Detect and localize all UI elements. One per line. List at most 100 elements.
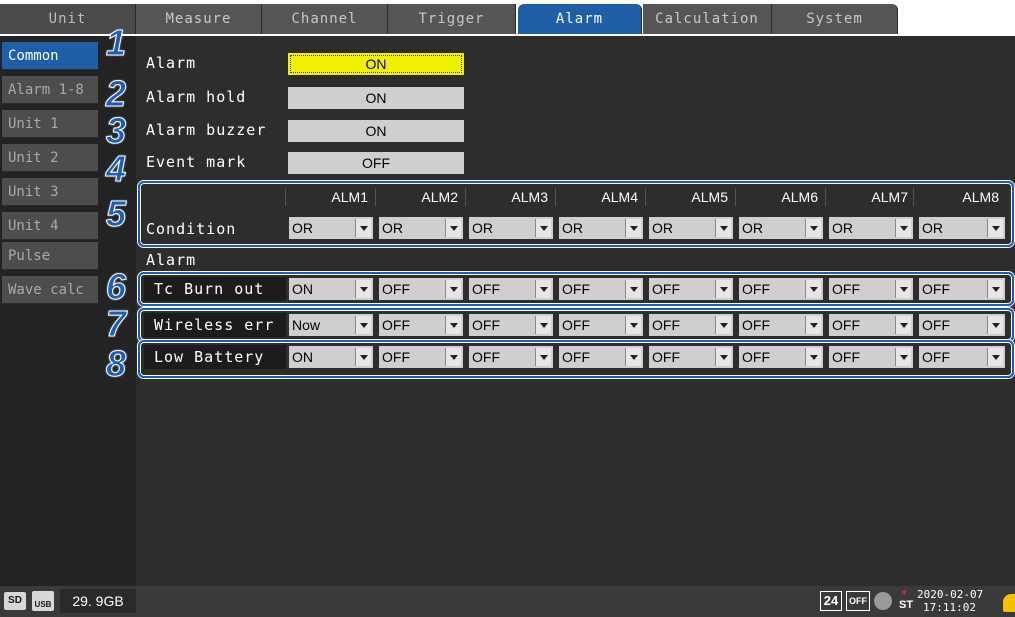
alm2-header: ALM2: [375, 188, 462, 206]
dropdown-arrow-icon: [715, 316, 731, 334]
condition-select-alm5[interactable]: OR: [649, 217, 733, 239]
alarm-hold-toggle[interactable]: ON: [288, 87, 464, 109]
dropdown-arrow-icon: [895, 316, 911, 334]
low-battery-select-alm7[interactable]: OFF: [829, 346, 913, 368]
alarm-buzzer-label: Alarm buzzer: [146, 121, 267, 139]
sd-card-icon: SD: [4, 592, 26, 610]
low-battery-select-alm6[interactable]: OFF: [739, 346, 823, 368]
wireless-err-select-alm5[interactable]: OFF: [649, 314, 733, 336]
dropdown-arrow-icon: [895, 348, 911, 366]
alm1-header: ALM1: [285, 188, 372, 206]
screen: Unit Measure Channel Trigger Alarm Calcu…: [0, 0, 1015, 617]
wireless-err-select-alm1[interactable]: Now: [289, 314, 373, 336]
condition-select-alm7[interactable]: OR: [829, 217, 913, 239]
tc-burn-out-select-alm8[interactable]: OFF: [919, 278, 1005, 300]
alarm-hold-label: Alarm hold: [146, 88, 247, 106]
wireless-err-select-alm3[interactable]: OFF: [469, 314, 553, 336]
sidebar-item-unit-3[interactable]: Unit 3: [2, 178, 98, 206]
tc-burn-out-select-alm4[interactable]: OFF: [559, 278, 643, 300]
low-battery-select-alm4[interactable]: OFF: [559, 346, 643, 368]
low-battery-select-alm3[interactable]: OFF: [469, 346, 553, 368]
callout-number-4: 4: [106, 148, 127, 189]
sidebar-item-alarm-1-8[interactable]: Alarm 1-8: [2, 76, 98, 104]
status-date: 2020-02-07: [917, 588, 984, 601]
low-battery-select-alm2[interactable]: OFF: [379, 346, 463, 368]
condition-select-alm3[interactable]: OR: [469, 217, 553, 239]
wireless-err-select-alm2[interactable]: OFF: [379, 314, 463, 336]
low-battery-select-alm5[interactable]: OFF: [649, 346, 733, 368]
alarm-toggle[interactable]: ON: [288, 53, 464, 75]
dropdown-arrow-icon: [535, 219, 551, 237]
wireless-err-select-alm7[interactable]: OFF: [829, 314, 913, 336]
condition-select-alm4[interactable]: OR: [559, 217, 643, 239]
dropdown-arrow-icon: [535, 316, 551, 334]
wireless-icon: ✶: [900, 588, 909, 599]
condition-label: Condition: [146, 220, 237, 238]
low-battery-select-alm8[interactable]: OFF: [919, 346, 1005, 368]
dropdown-arrow-icon: [805, 348, 821, 366]
tc-burn-out-select-alm5[interactable]: OFF: [649, 278, 733, 300]
dropdown-arrow-icon: [895, 219, 911, 237]
alm3-header: ALM3: [465, 188, 552, 206]
tab-measure[interactable]: Measure: [136, 4, 262, 34]
alm6-header: ALM6: [735, 188, 822, 206]
sidebar-item-pulse[interactable]: Pulse: [2, 242, 98, 270]
low-battery-label: Low Battery: [144, 345, 286, 369]
battery-status-icon: [874, 592, 892, 610]
tc-burn-out-select-alm6[interactable]: OFF: [739, 278, 823, 300]
condition-select-alm6[interactable]: OR: [739, 217, 823, 239]
dropdown-arrow-icon: [987, 348, 1003, 366]
lock-key-icon: [1003, 594, 1015, 612]
dropdown-arrow-icon: [355, 316, 371, 334]
dropdown-arrow-icon: [715, 219, 731, 237]
tab-channel[interactable]: Channel: [262, 4, 388, 34]
dropdown-arrow-icon: [445, 348, 461, 366]
dropdown-arrow-icon: [355, 348, 371, 366]
sidebar-item-unit-2[interactable]: Unit 2: [2, 144, 98, 172]
condition-select-alm2[interactable]: OR: [379, 217, 463, 239]
tc-burn-out-select-alm2[interactable]: OFF: [379, 278, 463, 300]
dropdown-arrow-icon: [535, 280, 551, 298]
tab-system[interactable]: System: [772, 4, 898, 34]
tc-burn-out-select-alm7[interactable]: OFF: [829, 278, 913, 300]
hours-icon: 24: [820, 591, 842, 611]
callout-number-1: 1: [106, 22, 127, 63]
dropdown-arrow-icon: [805, 316, 821, 334]
sidebar-item-wave-calc[interactable]: Wave calc: [2, 276, 98, 304]
dropdown-arrow-icon: [445, 280, 461, 298]
sidebar-item-common[interactable]: Common: [2, 42, 98, 70]
tab-trigger[interactable]: Trigger: [388, 4, 516, 34]
status-bar: SD USB 29. 9GB 24 OFF ✶ ST 2020-02-07 17…: [0, 586, 1015, 617]
settings-panel: [136, 36, 1015, 586]
tc-burn-out-select-alm1[interactable]: ON: [289, 278, 373, 300]
dropdown-arrow-icon: [535, 348, 551, 366]
callout-number-5: 5: [106, 193, 127, 234]
dropdown-arrow-icon: [355, 219, 371, 237]
condition-select-alm1[interactable]: OR: [289, 217, 373, 239]
status-time: 17:11:02: [923, 601, 976, 614]
dropdown-arrow-icon: [987, 280, 1003, 298]
tc-burn-out-select-alm3[interactable]: OFF: [469, 278, 553, 300]
sidebar-item-unit-4[interactable]: Unit 4: [2, 212, 98, 240]
dropdown-arrow-icon: [445, 316, 461, 334]
sidebar-item-unit-1[interactable]: Unit 1: [2, 110, 98, 138]
dropdown-arrow-icon: [625, 316, 641, 334]
dropdown-arrow-icon: [715, 280, 731, 298]
dropdown-arrow-icon: [895, 280, 911, 298]
alm5-header: ALM5: [645, 188, 732, 206]
condition-select-alm8[interactable]: OR: [919, 217, 1005, 239]
callout-number-2: 2: [106, 73, 127, 114]
dropdown-arrow-icon: [987, 219, 1003, 237]
dropdown-arrow-icon: [625, 219, 641, 237]
tab-calculation[interactable]: Calculation: [643, 4, 772, 34]
event-mark-toggle[interactable]: OFF: [288, 152, 464, 174]
wireless-err-label: Wireless err: [144, 313, 286, 337]
tab-alarm[interactable]: Alarm: [518, 4, 642, 34]
alm8-header: ALM8: [913, 188, 1003, 206]
wireless-err-select-alm8[interactable]: OFF: [919, 314, 1005, 336]
low-battery-select-alm1[interactable]: ON: [289, 346, 373, 368]
wireless-err-select-alm4[interactable]: OFF: [559, 314, 643, 336]
wireless-err-select-alm6[interactable]: OFF: [739, 314, 823, 336]
dropdown-arrow-icon: [805, 280, 821, 298]
alarm-buzzer-toggle[interactable]: ON: [288, 120, 464, 142]
